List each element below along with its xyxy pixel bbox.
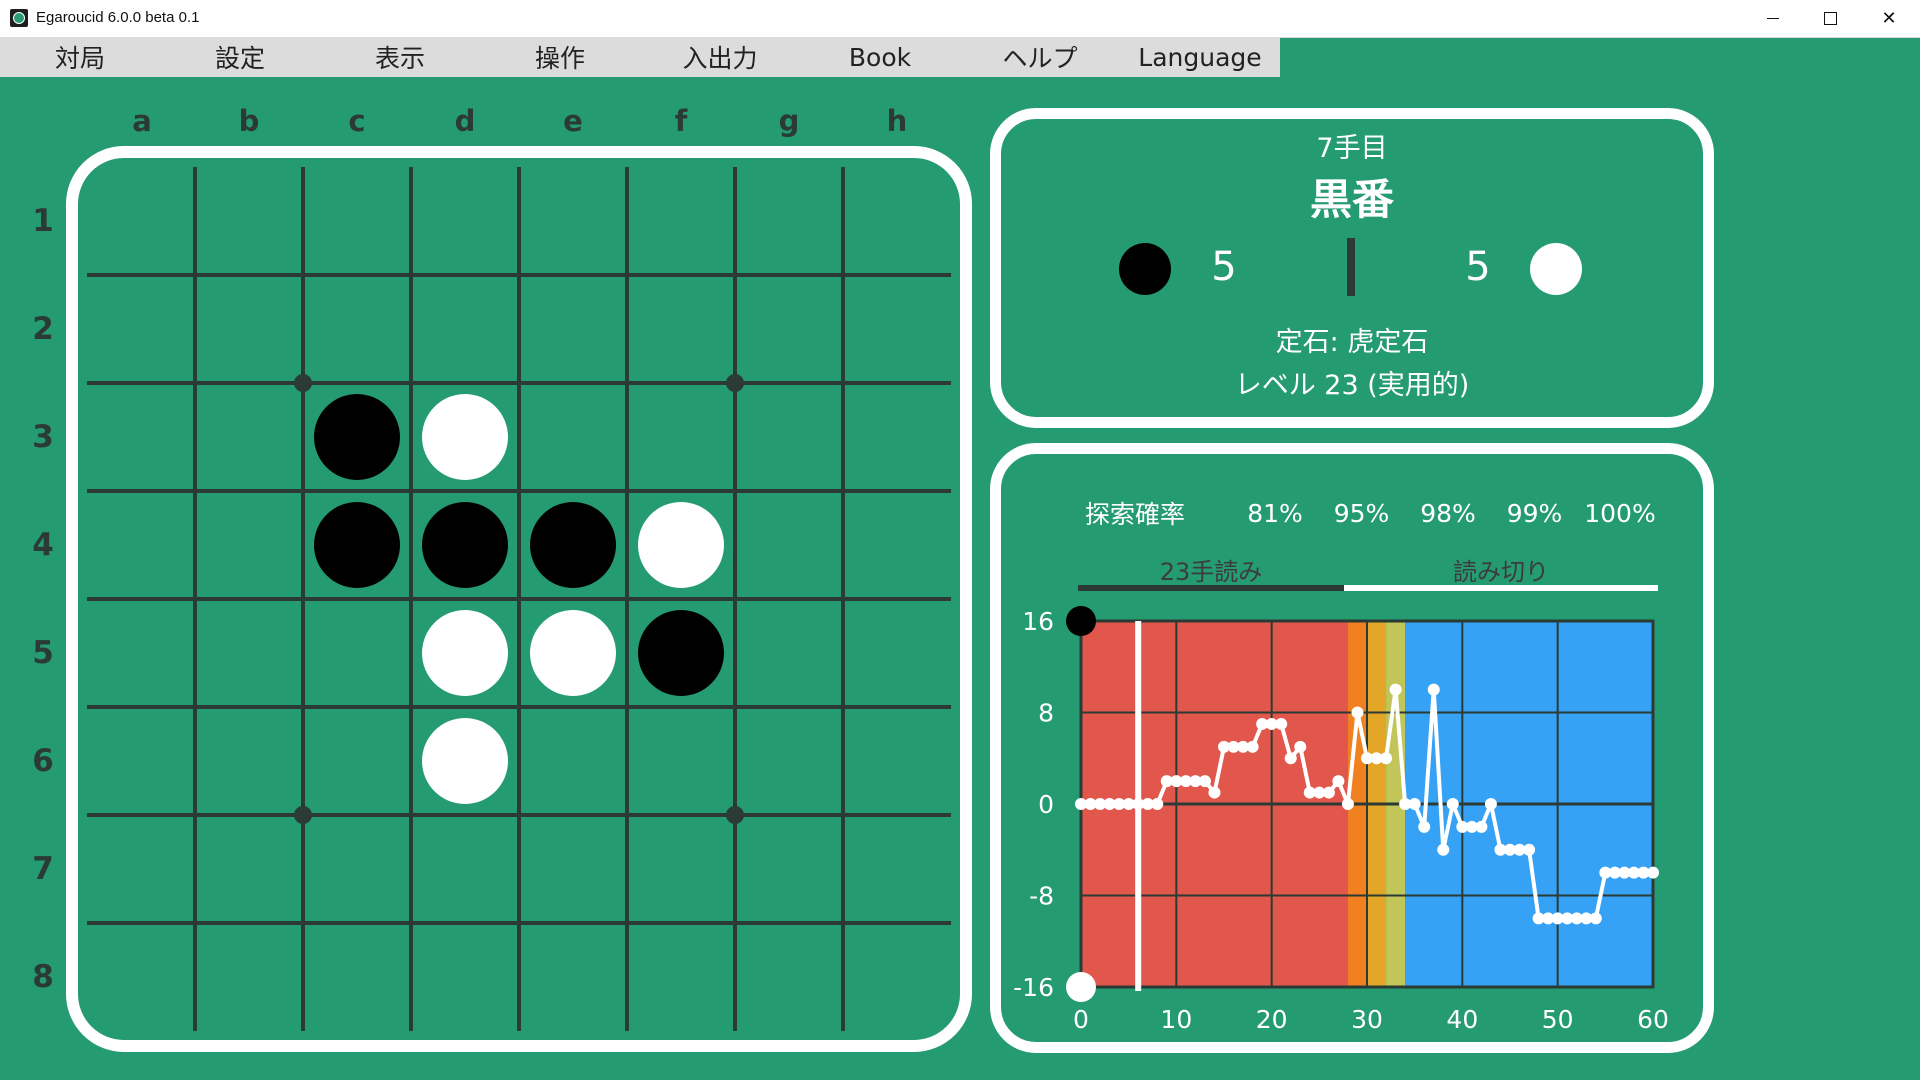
legend-98: 98% — [1420, 498, 1476, 528]
white-disc — [638, 502, 724, 588]
black-disc — [638, 610, 724, 696]
tab-indicator-active — [1344, 585, 1658, 591]
white-count: 5 — [1465, 244, 1491, 290]
opening-name: 定石: 虎定石 — [1275, 327, 1429, 358]
tab-depth-search[interactable]: 23手読み — [1078, 552, 1344, 586]
white-disc — [530, 610, 616, 696]
move-number: 7手目 — [1316, 133, 1388, 164]
black-disc-icon — [1119, 243, 1171, 295]
evaluation-graph-panel — [990, 443, 1714, 1053]
legend-99: 99% — [1506, 498, 1563, 528]
star-point — [726, 806, 744, 824]
white-disc — [422, 610, 508, 696]
black-disc — [530, 502, 616, 588]
black-disc — [422, 502, 508, 588]
black-disc — [314, 394, 400, 480]
star-point — [294, 806, 312, 824]
legend-title: 探索確率 — [1084, 500, 1185, 529]
black-count: 5 — [1211, 244, 1237, 290]
white-disc — [422, 718, 508, 804]
white-disc — [422, 394, 508, 480]
ai-level: レベル 23 (実用的) — [1234, 370, 1470, 401]
search-probability-legend: 探索確率 81% 95% 98% 99% 100% — [1038, 492, 1662, 534]
legend-81: 81% — [1247, 498, 1303, 528]
white-disc-icon — [1530, 243, 1582, 295]
legend-95: 95% — [1333, 498, 1390, 528]
legend-100: 100% — [1584, 498, 1656, 528]
black-disc — [314, 502, 400, 588]
star-point — [294, 374, 312, 392]
score-separator — [1347, 238, 1355, 296]
tab-indicator-inactive — [1078, 585, 1344, 591]
star-point — [726, 374, 744, 392]
tab-perfect-search[interactable]: 読み切り — [1344, 552, 1658, 586]
turn-indicator: 黒番 — [1309, 175, 1394, 224]
